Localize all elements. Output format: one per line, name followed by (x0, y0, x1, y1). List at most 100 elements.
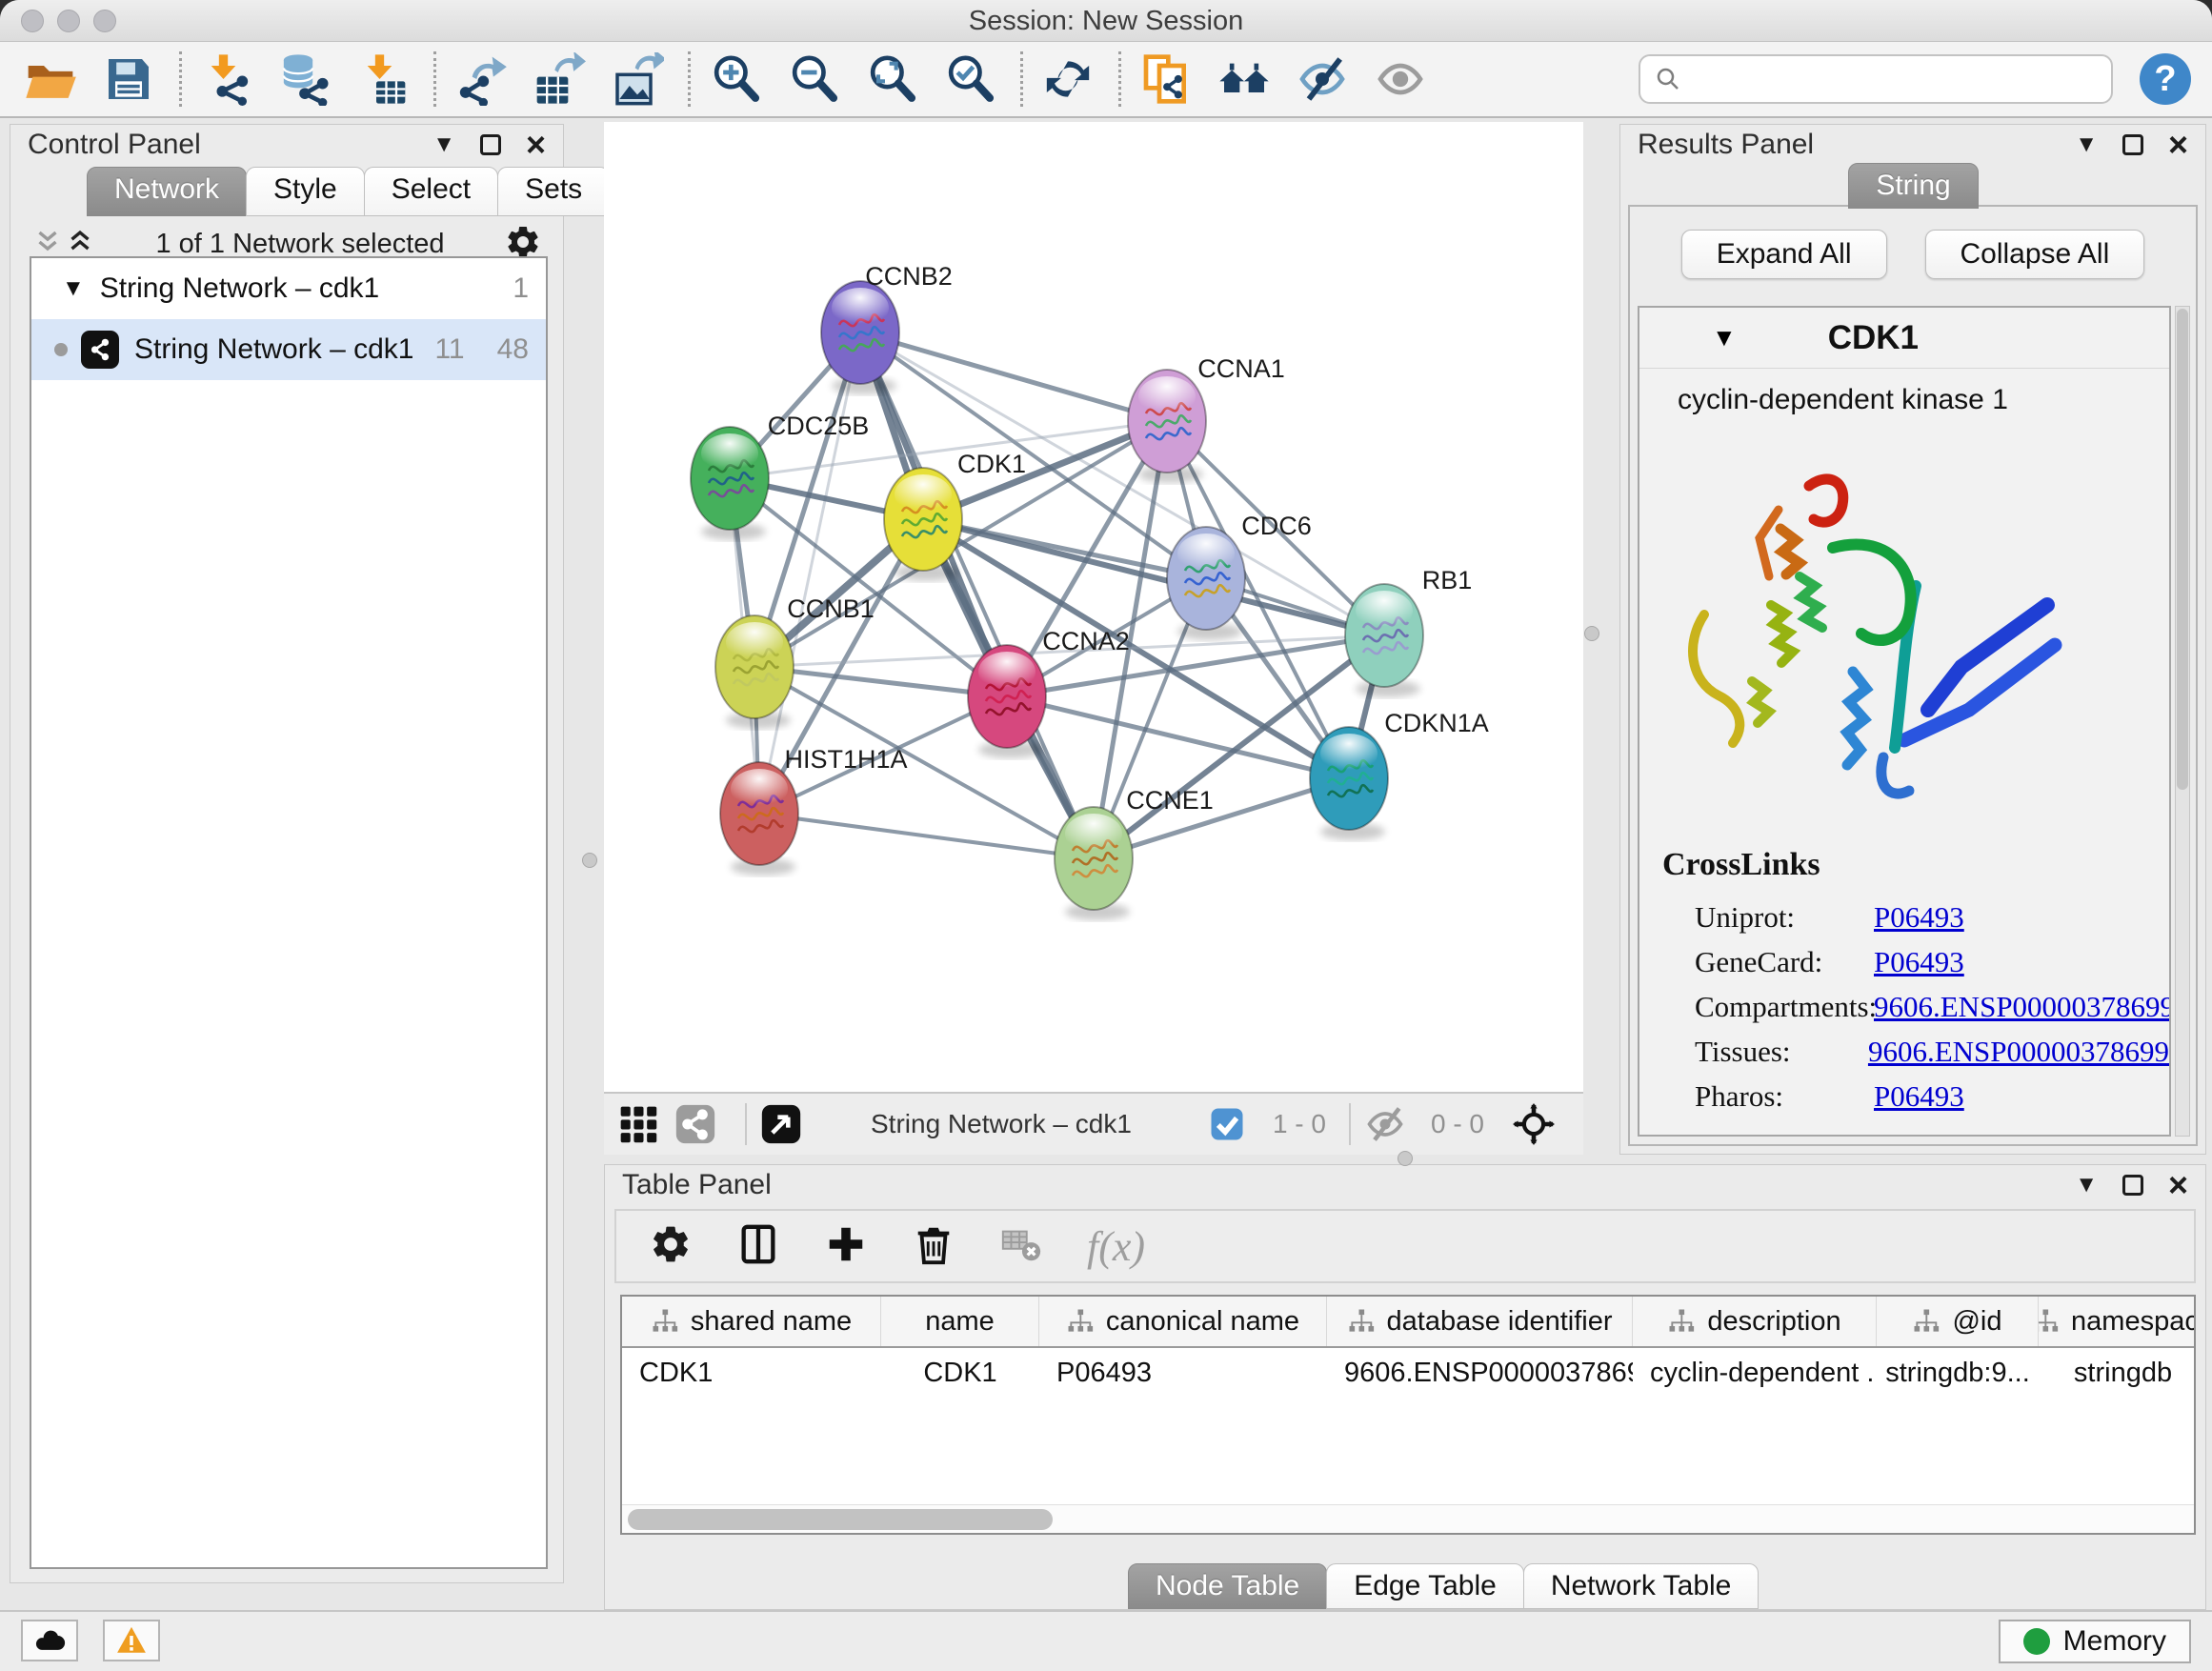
show-columns-icon[interactable] (736, 1222, 780, 1271)
maximize-panel-icon[interactable] (480, 134, 501, 155)
import-network-from-file-button[interactable] (197, 50, 256, 109)
network-row[interactable]: String Network – cdk1 11 48 (31, 319, 546, 380)
maximize-panel-icon[interactable] (2122, 134, 2143, 155)
column-header-shared-name[interactable]: shared name (622, 1297, 881, 1346)
memory-button[interactable]: Memory (1999, 1620, 2191, 1663)
float-panel-icon[interactable]: ▼ (2075, 131, 2098, 158)
node-table[interactable]: shared namenamecanonical namedatabase id… (620, 1295, 2196, 1535)
cell-namespace[interactable]: stringdb (2039, 1348, 2196, 1398)
open-session-button[interactable] (21, 50, 80, 109)
tab-sets[interactable]: Sets (497, 167, 610, 216)
first-neighbors-button[interactable] (1215, 50, 1274, 109)
right-splitter-handle[interactable] (1584, 626, 1599, 641)
network-node-CCNB2[interactable] (821, 281, 899, 394)
close-panel-icon[interactable]: × (526, 134, 546, 155)
crosslink-link[interactable]: P06493 (1874, 1074, 1964, 1118)
show-all-button[interactable] (1371, 50, 1430, 109)
float-panel-icon[interactable]: ▼ (432, 131, 455, 158)
zoom-fit-button[interactable] (862, 50, 921, 109)
tab-network[interactable]: Network (87, 167, 247, 216)
table-options-gear-icon[interactable] (649, 1222, 693, 1271)
hide-selection-button[interactable] (1293, 50, 1352, 109)
cell-shared-name[interactable]: CDK1 (622, 1348, 881, 1398)
column-header-@id[interactable]: @id (1877, 1297, 2039, 1346)
results-scrollbar-thumb[interactable] (2177, 309, 2188, 790)
zoom-in-button[interactable] (706, 50, 765, 109)
tab-network-table[interactable]: Network Table (1523, 1563, 1760, 1609)
column-header-description[interactable]: description (1633, 1297, 1877, 1346)
maximize-panel-icon[interactable] (2122, 1175, 2143, 1196)
node-result-header[interactable]: ▼ CDK1 (1639, 308, 2169, 369)
collapse-all-button[interactable]: Collapse All (1925, 230, 2145, 279)
cell-database-identifier[interactable]: 9606.ENSP00000378699 (1327, 1348, 1633, 1398)
network-graph[interactable]: CCNB2CCNA1CDC25BCDK1CDC6RB1CCNB1CCNA2CDK… (604, 122, 1583, 1092)
search-input[interactable] (1692, 58, 2111, 100)
crosslink-link[interactable]: P06493 (1874, 939, 1964, 984)
network-node-RB1[interactable] (1345, 584, 1423, 697)
column-header-database-identifier[interactable]: database identifier (1327, 1297, 1633, 1346)
save-session-button[interactable] (99, 50, 158, 109)
help-button[interactable]: ? (2140, 53, 2191, 105)
network-node-CDC25B[interactable] (691, 427, 769, 540)
warnings-button[interactable] (103, 1620, 160, 1661)
expand-all-button[interactable]: Expand All (1681, 230, 1887, 279)
cloud-status-button[interactable] (21, 1620, 78, 1661)
tab-node-table[interactable]: Node Table (1128, 1563, 1327, 1609)
network-node-CDKN1A[interactable] (1310, 727, 1388, 840)
zoom-selected-button[interactable] (940, 50, 999, 109)
cell-canonical-name[interactable]: P06493 (1039, 1348, 1327, 1398)
fit-content-crosshair-icon[interactable] (1513, 1103, 1555, 1145)
network-edge-CCNB2-HIST1H1A[interactable] (759, 332, 860, 814)
show-grid-icon[interactable] (617, 1103, 659, 1145)
network-edge-CDK1-RB1[interactable] (923, 519, 1384, 635)
table-scrollbar-thumb[interactable] (628, 1509, 1053, 1530)
column-header-namespace[interactable]: namespace (2039, 1297, 2196, 1346)
close-panel-icon[interactable]: × (2168, 134, 2188, 155)
column-header-name[interactable]: name (881, 1297, 1039, 1346)
collection-expand-icon[interactable]: ▼ (62, 275, 85, 302)
network-canvas[interactable]: CCNB2CCNA1CDC25BCDK1CDC6RB1CCNB1CCNA2CDK… (604, 122, 1583, 1092)
network-edge-CCNB2-CCNE1[interactable] (860, 332, 1094, 858)
cell-description[interactable]: cyclin-dependent ... (1633, 1348, 1877, 1398)
bottom-splitter-handle[interactable] (1398, 1151, 1413, 1166)
export-table-button[interactable] (530, 50, 589, 109)
cell-@id[interactable]: stringdb:9... (1877, 1348, 2039, 1398)
table-row[interactable]: CDK1CDK1P064939606.ENSP00000378699cyclin… (622, 1348, 2194, 1398)
import-table-from-file-button[interactable] (353, 50, 412, 109)
float-panel-icon[interactable]: ▼ (2075, 1172, 2098, 1198)
left-splitter-handle[interactable] (582, 853, 597, 868)
cell-name[interactable]: CDK1 (881, 1348, 1039, 1398)
crosslink-link[interactable]: 9606.ENSP00000378699 (1868, 1029, 2169, 1074)
table-horizontal-scrollbar[interactable] (622, 1504, 2194, 1533)
refresh-view-button[interactable] (1038, 50, 1097, 109)
network-collection-row[interactable]: ▼ String Network – cdk1 1 (31, 258, 546, 319)
network-edge-HIST1H1A-CCNE1[interactable] (759, 814, 1094, 858)
add-column-icon[interactable] (824, 1222, 868, 1271)
tab-select[interactable]: Select (364, 167, 498, 216)
new-network-from-selection-button[interactable] (1136, 50, 1196, 109)
zoom-out-button[interactable] (784, 50, 843, 109)
node-label-CDC25B: CDC25B (768, 412, 870, 440)
entry-expand-icon[interactable]: ▼ (1712, 323, 1737, 352)
string-view-icon[interactable] (674, 1103, 716, 1145)
export-network-button[interactable] (452, 50, 511, 109)
import-network-from-database-button[interactable] (275, 50, 334, 109)
network-node-CDC6[interactable] (1167, 527, 1245, 640)
birdseye-view-icon[interactable] (760, 1103, 802, 1145)
network-node-CCNE1[interactable] (1055, 807, 1133, 920)
tab-edge-table[interactable]: Edge Table (1326, 1563, 1524, 1609)
delete-table-icon[interactable] (999, 1222, 1043, 1271)
results-scrollbar[interactable] (2175, 306, 2190, 1137)
tab-string[interactable]: String (1848, 163, 1978, 209)
zoom-in-icon (709, 52, 762, 106)
crosslink-link[interactable]: P06493 (1874, 895, 1964, 939)
function-builder-icon[interactable]: f(x) (1087, 1222, 1145, 1271)
tab-style[interactable]: Style (246, 167, 365, 216)
crosslink-link[interactable]: 9606.ENSP00000378699 (1874, 984, 2171, 1029)
column-header-canonical-name[interactable]: canonical name (1039, 1297, 1327, 1346)
close-panel-icon[interactable]: × (2168, 1175, 2188, 1196)
delete-column-icon[interactable] (912, 1222, 955, 1271)
network-node-HIST1H1A[interactable] (720, 762, 798, 876)
network-edge-CCNB2-CCNA1[interactable] (860, 332, 1167, 421)
export-image-button[interactable] (608, 50, 667, 109)
